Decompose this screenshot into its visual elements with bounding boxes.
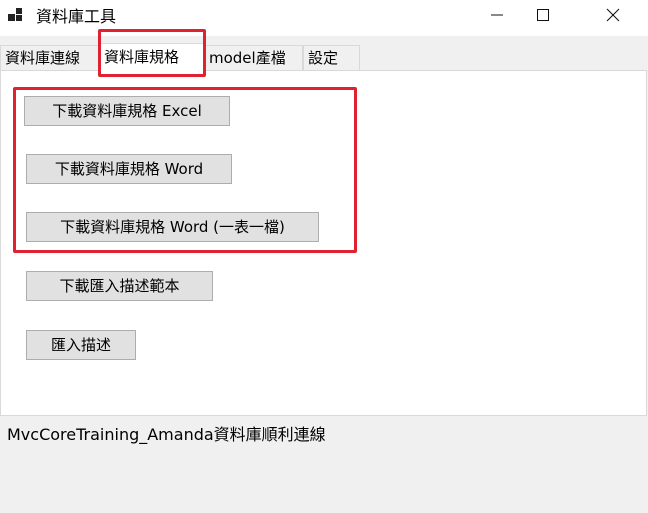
minimize-button[interactable] bbox=[474, 0, 520, 32]
tab-strip: 資料庫連線 資料庫規格 model產檔 設定 bbox=[0, 43, 648, 73]
download-spec-word-per-table-button[interactable]: 下載資料庫規格 Word (一表一檔) bbox=[26, 212, 319, 242]
tab-settings[interactable]: 設定 bbox=[303, 45, 360, 70]
download-import-template-button[interactable]: 下載匯入描述範本 bbox=[26, 271, 213, 301]
close-button[interactable] bbox=[590, 0, 636, 32]
title-bar[interactable]: 資料庫工具 bbox=[0, 0, 648, 36]
download-spec-excel-button[interactable]: 下載資料庫規格 Excel bbox=[24, 96, 230, 126]
download-spec-word-button[interactable]: 下載資料庫規格 Word bbox=[26, 154, 232, 184]
minimize-icon bbox=[490, 7, 504, 26]
maximize-icon bbox=[536, 7, 550, 26]
tab-database-connection[interactable]: 資料庫連線 bbox=[0, 45, 99, 70]
import-description-button[interactable]: 匯入描述 bbox=[26, 330, 136, 360]
window-title: 資料庫工具 bbox=[36, 7, 117, 26]
tab-database-spec[interactable]: 資料庫規格 bbox=[99, 43, 204, 73]
close-icon bbox=[606, 7, 620, 26]
tab-model-generation[interactable]: model產檔 bbox=[204, 45, 303, 70]
status-message: MvcCoreTraining_Amanda資料庫順利連線 bbox=[7, 425, 326, 444]
app-window: 資料庫工具 資料庫連線 資料庫規格 model產檔 設定 下載資料庫規格 Exc… bbox=[0, 0, 648, 513]
maximize-button[interactable] bbox=[520, 0, 566, 32]
app-icon bbox=[8, 8, 28, 24]
